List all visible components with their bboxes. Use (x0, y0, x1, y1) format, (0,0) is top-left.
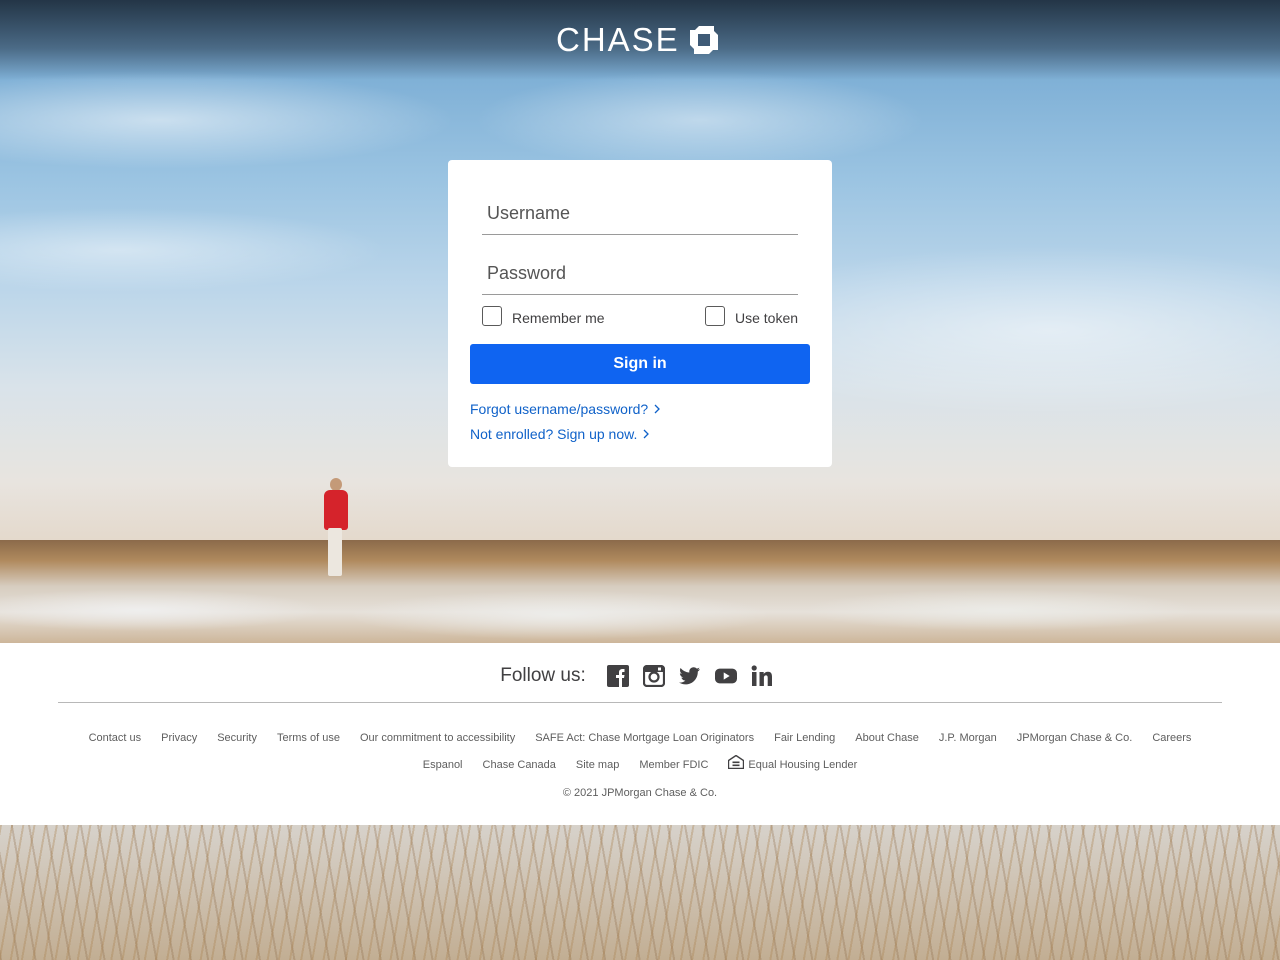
dunes (0, 540, 1280, 643)
footer-link-security[interactable]: Security (217, 732, 257, 744)
bottom-background (0, 825, 1280, 960)
footer-link-about-chase[interactable]: About Chase (855, 732, 919, 744)
use-token-box[interactable] (705, 306, 725, 326)
sign-in-button[interactable]: Sign in (470, 344, 810, 384)
follow-us-label: Follow us: (500, 665, 586, 686)
footer-link-jpmorgan-chase-co[interactable]: JPMorgan Chase & Co. (1017, 732, 1133, 744)
chevron-right-icon (643, 429, 650, 439)
footer-link-chase-canada[interactable]: Chase Canada (483, 759, 556, 771)
login-card: Remember me Use token Sign in Forgot use… (448, 160, 832, 467)
footer-link-member-fdic[interactable]: Member FDIC (639, 759, 708, 771)
footer-link-safe-act[interactable]: SAFE Act: Chase Mortgage Loan Originator… (535, 732, 754, 744)
use-token-checkbox[interactable]: Use token (705, 306, 798, 326)
use-token-label: Use token (735, 310, 799, 326)
footer-link-contact-us[interactable]: Contact us (89, 732, 142, 744)
footer-divider (58, 702, 1222, 703)
remember-me-checkbox[interactable]: Remember me (482, 306, 605, 326)
equal-housing-icon (728, 755, 745, 769)
password-field[interactable] (482, 253, 798, 295)
chevron-right-icon (654, 404, 661, 414)
footer-link-espanol[interactable]: Espanol (423, 759, 463, 771)
footer-link-jp-morgan[interactable]: J.P. Morgan (939, 732, 997, 744)
youtube-icon[interactable] (714, 665, 737, 687)
linkedin-icon[interactable] (751, 665, 773, 687)
footer: Follow us: Contact us Privacy Security T… (0, 643, 1280, 825)
footer-links-secondary: Espanol Chase Canada Site map Member FDI… (0, 755, 1280, 772)
username-input[interactable] (482, 193, 798, 234)
password-input[interactable] (482, 253, 798, 294)
brand-name: CHASE (556, 21, 680, 58)
chase-octagon-icon (689, 26, 718, 54)
chase-logo[interactable]: CHASE (556, 22, 720, 58)
forgot-credentials-label: Forgot username/password? (470, 401, 649, 417)
enroll-link[interactable]: Not enrolled? Sign up now. (470, 426, 650, 442)
equal-housing-label: Equal Housing Lender (748, 759, 858, 771)
copyright-text: © 2021 JPMorgan Chase & Co. (562, 787, 718, 799)
footer-link-site-map[interactable]: Site map (576, 759, 619, 771)
footer-link-fair-lending[interactable]: Fair Lending (774, 732, 835, 744)
footer-link-careers[interactable]: Careers (1152, 732, 1191, 744)
person-figure (320, 478, 350, 578)
footer-links-primary: Contact us Privacy Security Terms of use… (0, 732, 1280, 744)
enroll-label: Not enrolled? Sign up now. (470, 426, 638, 442)
footer-link-accessibility[interactable]: Our commitment to accessibility (360, 732, 515, 744)
footer-link-privacy[interactable]: Privacy (161, 732, 197, 744)
facebook-icon[interactable] (606, 665, 629, 687)
twitter-icon[interactable] (678, 665, 701, 687)
remember-me-box[interactable] (482, 306, 502, 326)
username-field[interactable] (482, 193, 798, 235)
remember-me-label: Remember me (512, 310, 605, 326)
footer-link-equal-housing[interactable]: Equal Housing Lender (728, 755, 858, 772)
instagram-icon[interactable] (642, 665, 665, 687)
footer-link-terms[interactable]: Terms of use (277, 732, 340, 744)
follow-us-bar: Follow us: (0, 665, 1280, 687)
forgot-credentials-link[interactable]: Forgot username/password? (470, 401, 661, 417)
